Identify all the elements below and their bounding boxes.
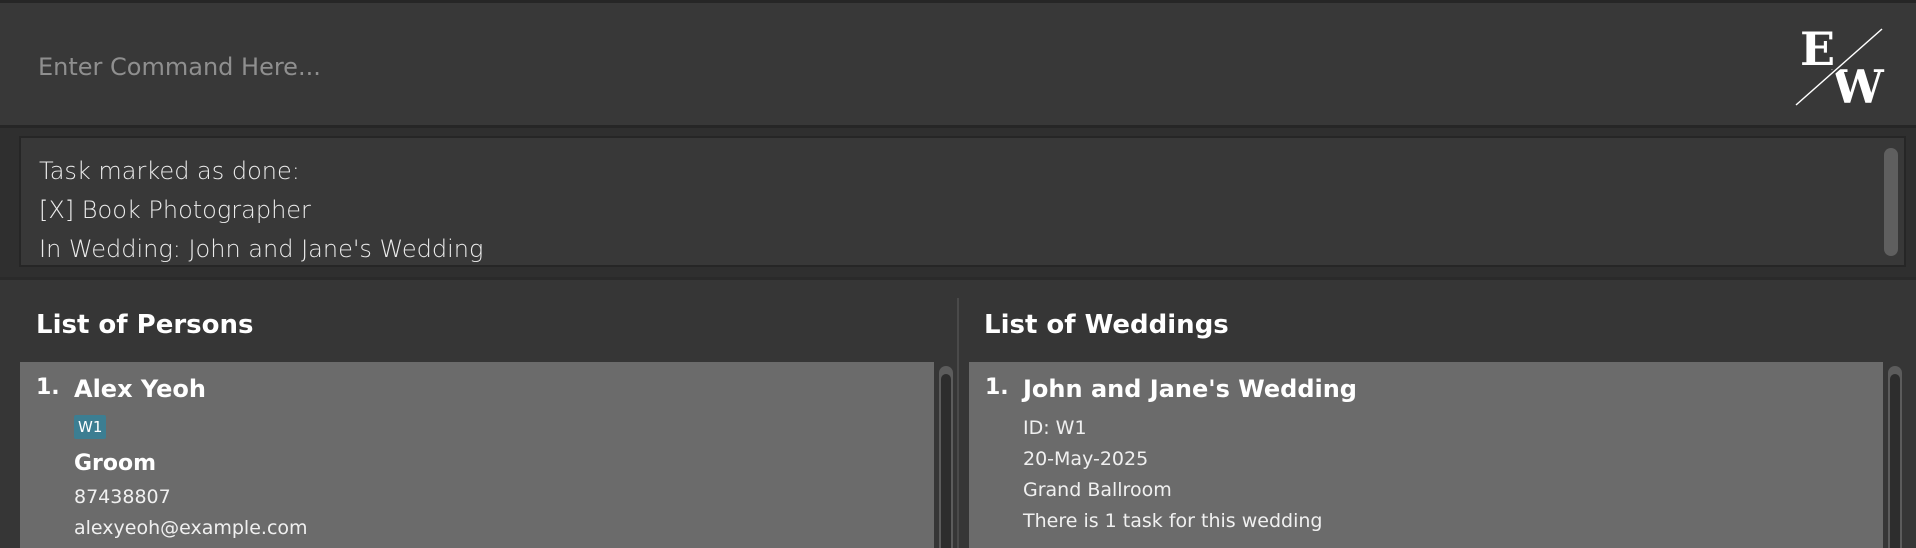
wedding-date: 20-May-2025: [1023, 448, 1149, 470]
wedding-id: ID: W1: [1023, 417, 1087, 439]
logo-letter-e: E: [1800, 25, 1835, 76]
person-card[interactable]: 1. Alex Yeoh W1 Groom 87438807 alexyeoh@…: [20, 362, 934, 548]
person-email: alexyeoh@example.com: [74, 517, 308, 539]
persons-pane-title: List of Persons: [36, 310, 254, 340]
wedding-index: 1.: [985, 375, 1009, 400]
wedding-task-summary: There is 1 task for this wedding: [1023, 510, 1323, 532]
pane-divider[interactable]: [957, 298, 959, 548]
result-scrollbar[interactable]: [1884, 148, 1898, 256]
person-name: Alex Yeoh: [74, 375, 206, 403]
weddings-scrollbar[interactable]: [1888, 366, 1902, 548]
wedding-name: John and Jane's Wedding: [1023, 375, 1357, 403]
command-bar: E W: [0, 0, 1916, 128]
person-phone: 87438807: [74, 486, 171, 508]
wedding-card[interactable]: 1. John and Jane's Wedding ID: W1 20-May…: [969, 362, 1883, 548]
wedding-tag: W1: [74, 415, 107, 439]
weddings-scroll-thumb[interactable]: [1890, 374, 1900, 548]
person-index: 1.: [36, 375, 60, 400]
weddings-pane-title: List of Weddings: [984, 310, 1229, 340]
command-input[interactable]: [6, 11, 1766, 123]
result-line: [X] Book Photographer: [39, 196, 311, 224]
persons-scrollbar[interactable]: [939, 366, 953, 548]
result-line: Task marked as done:: [39, 157, 300, 185]
ew-logo-icon: E W: [1794, 25, 1885, 107]
wedding-venue: Grand Ballroom: [1023, 479, 1172, 501]
persons-scroll-thumb[interactable]: [941, 374, 951, 548]
result-line: In Wedding: John and Jane's Wedding: [39, 235, 484, 263]
person-role: Groom: [74, 451, 157, 476]
result-display: Task marked as done: [X] Book Photograph…: [19, 136, 1906, 267]
lists-area: List of Persons List of Weddings 1. Alex…: [0, 277, 1916, 548]
